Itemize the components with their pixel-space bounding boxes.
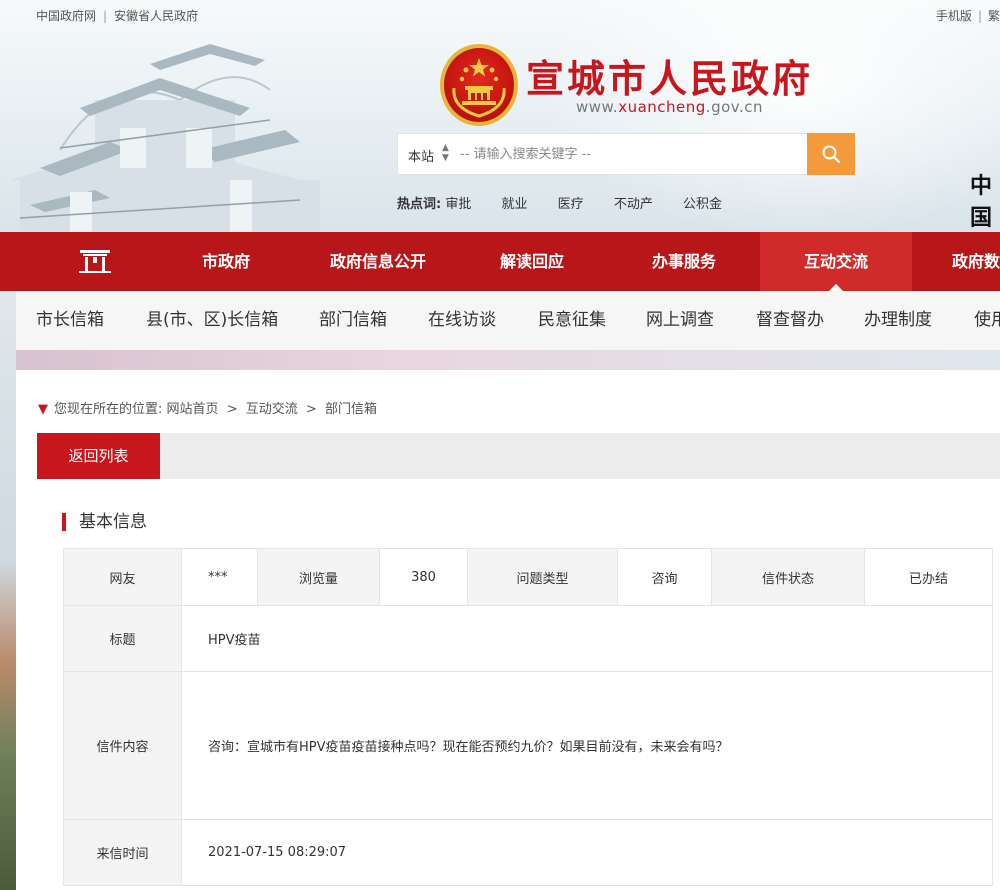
subnav-usage[interactable]: 使用: [974, 291, 1000, 350]
nav-home-icon[interactable]: [58, 232, 132, 291]
memorial-archway-illustration: [10, 44, 320, 232]
breadcrumb-department-mailbox[interactable]: 部门信箱: [325, 402, 377, 417]
sort-arrows-icon[interactable]: ▲ ▼: [442, 143, 449, 163]
link-china-gov[interactable]: 中国政府网: [36, 9, 96, 23]
hot-word-approval[interactable]: 审批: [445, 197, 471, 212]
table-row: 网友 *** 浏览量 380 问题类型 咨询 信件状态 已办结: [63, 548, 993, 606]
breadcrumb-home[interactable]: 网站首页: [167, 402, 219, 417]
breadcrumb-separator: >: [305, 402, 317, 417]
breadcrumb: ▼ 您现在所在的位置: 网站首页 > 互动交流 > 部门信箱: [38, 398, 377, 417]
nav-interpretation[interactable]: 解读回应: [456, 232, 608, 291]
breadcrumb-interaction[interactable]: 互动交流: [246, 402, 298, 417]
link-mobile-version[interactable]: 手机版: [936, 9, 972, 23]
views-value: 380: [379, 548, 468, 606]
hot-keywords: 热点词: 审批 就业 医疗 不动产 公积金: [397, 193, 748, 212]
title-label: 标题: [63, 605, 182, 672]
question-type-label: 问题类型: [467, 548, 618, 606]
views-label: 浏览量: [257, 548, 380, 606]
national-emblem-icon: [440, 44, 518, 126]
breadcrumb-separator: >: [226, 402, 238, 417]
hot-word-employment[interactable]: 就业: [502, 197, 528, 212]
site-title: 宣城市人民政府: [526, 56, 814, 101]
nav-interaction[interactable]: 互动交流: [760, 232, 912, 291]
subnav-procedures[interactable]: 办理制度: [864, 291, 932, 350]
letter-content-label: 信件内容: [63, 671, 182, 820]
letter-status-value: 已办结: [864, 548, 993, 606]
netizen-value: ***: [181, 548, 258, 606]
nav-government-data[interactable]: 政府数: [912, 232, 1000, 291]
table-row: 来信时间 2021-07-15 08:29:07: [63, 819, 993, 886]
main-navigation: 市政府 政府信息公开 解读回应 办事服务 互动交流 政府数: [0, 232, 1000, 291]
nav-government-info[interactable]: 政府信息公开: [302, 232, 454, 291]
decorative-band: [16, 350, 1000, 370]
question-type-value: 咨询: [617, 548, 712, 606]
top-utility-bar: 中国政府网 | 安徽省人民政府 手机版 | 繁: [0, 0, 1000, 28]
hot-word-housing-fund[interactable]: 公积金: [683, 197, 722, 212]
hot-keywords-label: 热点词:: [397, 197, 442, 212]
subnav-supervision[interactable]: 督查督办: [756, 291, 824, 350]
subnav-public-opinion[interactable]: 民意征集: [538, 291, 606, 350]
table-row: 标题 HPV疫苗: [63, 605, 993, 672]
section-title: 基本信息: [62, 513, 147, 531]
back-to-list-button[interactable]: 返回列表: [37, 433, 160, 479]
title-value: HPV疫苗: [181, 605, 993, 672]
netizen-label: 网友: [63, 548, 182, 606]
hot-word-real-estate[interactable]: 不动产: [614, 197, 653, 212]
search-button[interactable]: [807, 133, 855, 175]
search-icon: [822, 145, 841, 164]
link-anhui-gov[interactable]: 安徽省人民政府: [114, 9, 198, 23]
site-logo[interactable]: 宣城市人民政府 www.xuancheng.gov.cn: [440, 44, 820, 134]
search-scope-select[interactable]: 本站: [408, 146, 434, 165]
sub-navigation: 市长信箱 县(市、区)长信箱 部门信箱 在线访谈 民意征集 网上调查 督查督办 …: [16, 291, 1000, 350]
divider: |: [103, 9, 108, 23]
link-traditional-chinese[interactable]: 繁: [988, 9, 1000, 23]
letter-info-table: 网友 *** 浏览量 380 问题类型 咨询 信件状态 已办结 标题 HPV疫苗…: [63, 548, 993, 886]
letter-content-value: 咨询：宣城市有HPV疫苗疫苗接种点吗？现在能否预约九价？如果目前没有，未来会有吗…: [181, 671, 993, 820]
site-url: www.xuancheng.gov.cn: [576, 98, 763, 116]
subnav-online-survey[interactable]: 网上调查: [646, 291, 714, 350]
search-input[interactable]: [460, 142, 790, 166]
location-pin-icon: ▼: [38, 402, 48, 417]
letter-status-label: 信件状态: [711, 548, 865, 606]
subnav-mayor-mailbox[interactable]: 市长信箱: [36, 291, 104, 350]
main-content: ▼ 您现在所在的位置: 网站首页 > 互动交流 > 部门信箱 返回列表 基本信息 …: [16, 370, 1000, 890]
divider: |: [977, 9, 982, 23]
side-banner-text: 中国: [970, 174, 995, 231]
page-background-strip: [0, 291, 16, 890]
content-tab-bar: 返回列表: [37, 433, 1000, 479]
breadcrumb-prefix: 您现在所在的位置:: [54, 402, 163, 417]
nav-services[interactable]: 办事服务: [608, 232, 760, 291]
search-bar: 本站 ▲ ▼: [397, 133, 855, 175]
letter-time-label: 来信时间: [63, 819, 182, 886]
site-header: 中国政府网 | 安徽省人民政府 手机版 | 繁 宣城市人民政府 www.xuan…: [0, 0, 1000, 232]
table-row: 信件内容 咨询：宣城市有HPV疫苗疫苗接种点吗？现在能否预约九价？如果目前没有，…: [63, 671, 993, 820]
subnav-online-interview[interactable]: 在线访谈: [428, 291, 496, 350]
archway-home-icon: [79, 250, 111, 273]
letter-time-value: 2021-07-15 08:29:07: [181, 819, 993, 886]
nav-city-government[interactable]: 市政府: [173, 232, 279, 291]
subnav-department-mailbox[interactable]: 部门信箱: [319, 291, 387, 350]
hot-word-medical[interactable]: 医疗: [558, 197, 584, 212]
subnav-county-mailbox[interactable]: 县(市、区)长信箱: [146, 291, 278, 350]
